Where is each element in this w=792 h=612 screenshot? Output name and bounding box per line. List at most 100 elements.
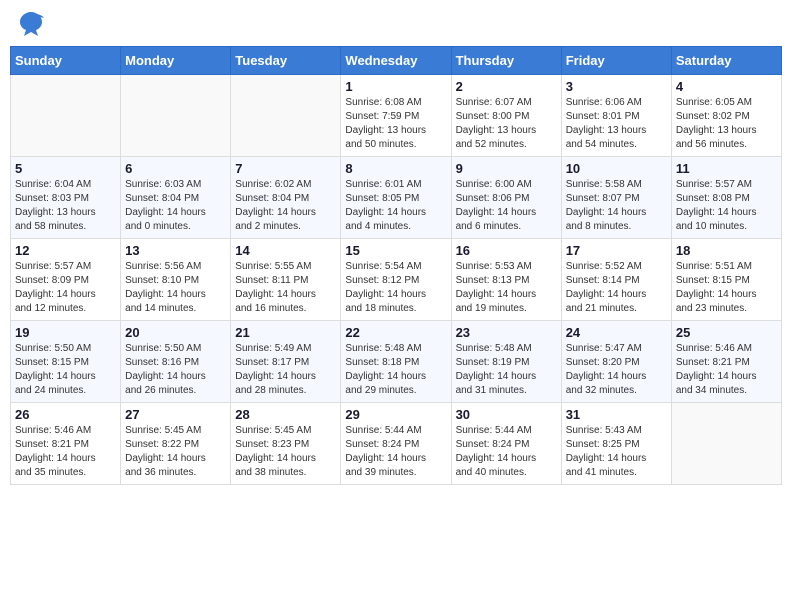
- calendar-cell: 18Sunrise: 5:51 AM Sunset: 8:15 PM Dayli…: [671, 239, 781, 321]
- day-info: Sunrise: 6:02 AM Sunset: 8:04 PM Dayligh…: [235, 178, 336, 234]
- calendar-week-5: 26 Sunrise: 5:46 AM Sunset: 8:21 PM Dayli…: [11, 403, 782, 485]
- calendar-cell: 21Sunrise: 5:49 AM Sunset: 8:17 PM Dayli…: [231, 321, 341, 403]
- calendar-cell: 14 Sunrise: 5:55 AM Sunset: 8:11 PM Dayli…: [231, 239, 341, 321]
- calendar-cell: 23 Sunrise: 5:48 AM Sunset: 8:19 PM Dayli…: [451, 321, 561, 403]
- day-info: Sunrise: 5:44 AM Sunset: 8:24 PM Dayligh…: [456, 424, 557, 480]
- col-header-friday: Friday: [561, 47, 671, 75]
- calendar-cell: 4 Sunrise: 6:05 AM Sunset: 8:02 PM Daylig…: [671, 75, 781, 157]
- col-header-monday: Monday: [121, 47, 231, 75]
- day-info: Sunrise: 6:07 AM Sunset: 8:00 PM Dayligh…: [456, 96, 557, 152]
- calendar-header: SundayMondayTuesdayWednesdayThursdayFrid…: [11, 47, 782, 75]
- day-info: Sunrise: 5:55 AM Sunset: 8:11 PM Dayligh…: [235, 260, 336, 316]
- calendar-cell: 12 Sunrise: 5:57 AM Sunset: 8:09 PM Dayli…: [11, 239, 121, 321]
- logo-bird-icon: [16, 10, 46, 38]
- day-info: Sunrise: 5:50 AM Sunset: 8:16 PM Dayligh…: [125, 342, 226, 398]
- calendar-cell: [231, 75, 341, 157]
- day-info: Sunrise: 5:46 AM Sunset: 8:21 PM Dayligh…: [676, 342, 777, 398]
- day-number: 4: [676, 79, 777, 94]
- calendar-cell: [11, 75, 121, 157]
- calendar-cell: [121, 75, 231, 157]
- day-number: 14: [235, 243, 336, 258]
- day-number: 13: [125, 243, 226, 258]
- day-info: Sunrise: 5:57 AM Sunset: 8:09 PM Dayligh…: [15, 260, 116, 316]
- calendar-cell: 24 Sunrise: 5:47 AM Sunset: 8:20 PM Dayli…: [561, 321, 671, 403]
- col-header-tuesday: Tuesday: [231, 47, 341, 75]
- day-number: 9: [456, 161, 557, 176]
- day-number: 25: [676, 325, 777, 340]
- day-info: Sunrise: 6:00 AM Sunset: 8:06 PM Dayligh…: [456, 178, 557, 234]
- calendar-cell: 25 Sunrise: 5:46 AM Sunset: 8:21 PM Dayli…: [671, 321, 781, 403]
- day-info: Sunrise: 5:43 AM Sunset: 8:25 PM Dayligh…: [566, 424, 667, 480]
- calendar-cell: 30 Sunrise: 5:44 AM Sunset: 8:24 PM Dayli…: [451, 403, 561, 485]
- day-number: 3: [566, 79, 667, 94]
- calendar-cell: 22Sunrise: 5:48 AM Sunset: 8:18 PM Dayli…: [341, 321, 451, 403]
- day-number: 5: [15, 161, 116, 176]
- calendar-cell: 27 Sunrise: 5:45 AM Sunset: 8:22 PM Dayli…: [121, 403, 231, 485]
- day-number: 31: [566, 407, 667, 422]
- calendar-cell: 10Sunrise: 5:58 AM Sunset: 8:07 PM Dayli…: [561, 157, 671, 239]
- day-number: 21: [235, 325, 336, 340]
- day-info: Sunrise: 5:47 AM Sunset: 8:20 PM Dayligh…: [566, 342, 667, 398]
- day-number: 15: [345, 243, 446, 258]
- day-number: 20: [125, 325, 226, 340]
- day-number: 2: [456, 79, 557, 94]
- page-header: [10, 10, 782, 38]
- day-info: Sunrise: 6:06 AM Sunset: 8:01 PM Dayligh…: [566, 96, 667, 152]
- calendar-week-3: 12 Sunrise: 5:57 AM Sunset: 8:09 PM Dayli…: [11, 239, 782, 321]
- day-info: Sunrise: 5:45 AM Sunset: 8:23 PM Dayligh…: [235, 424, 336, 480]
- day-info: Sunrise: 5:48 AM Sunset: 8:19 PM Dayligh…: [456, 342, 557, 398]
- day-number: 17: [566, 243, 667, 258]
- day-info: Sunrise: 6:05 AM Sunset: 8:02 PM Dayligh…: [676, 96, 777, 152]
- day-number: 26: [15, 407, 116, 422]
- day-number: 30: [456, 407, 557, 422]
- day-info: Sunrise: 6:01 AM Sunset: 8:05 PM Dayligh…: [345, 178, 446, 234]
- day-number: 23: [456, 325, 557, 340]
- day-number: 12: [15, 243, 116, 258]
- col-header-sunday: Sunday: [11, 47, 121, 75]
- calendar-cell: 15 Sunrise: 5:54 AM Sunset: 8:12 PM Dayli…: [341, 239, 451, 321]
- day-number: 24: [566, 325, 667, 340]
- day-info: Sunrise: 5:46 AM Sunset: 8:21 PM Dayligh…: [15, 424, 116, 480]
- day-info: Sunrise: 5:54 AM Sunset: 8:12 PM Dayligh…: [345, 260, 446, 316]
- day-number: 11: [676, 161, 777, 176]
- calendar-cell: 1 Sunrise: 6:08 AM Sunset: 7:59 PM Daylig…: [341, 75, 451, 157]
- calendar-cell: 31 Sunrise: 5:43 AM Sunset: 8:25 PM Dayli…: [561, 403, 671, 485]
- calendar-cell: 11 Sunrise: 5:57 AM Sunset: 8:08 PM Dayli…: [671, 157, 781, 239]
- calendar-cell: 26 Sunrise: 5:46 AM Sunset: 8:21 PM Dayli…: [11, 403, 121, 485]
- day-info: Sunrise: 6:03 AM Sunset: 8:04 PM Dayligh…: [125, 178, 226, 234]
- day-info: Sunrise: 5:45 AM Sunset: 8:22 PM Dayligh…: [125, 424, 226, 480]
- day-info: Sunrise: 6:04 AM Sunset: 8:03 PM Dayligh…: [15, 178, 116, 234]
- day-info: Sunrise: 5:50 AM Sunset: 8:15 PM Dayligh…: [15, 342, 116, 398]
- day-info: Sunrise: 5:51 AM Sunset: 8:15 PM Dayligh…: [676, 260, 777, 316]
- day-info: Sunrise: 5:53 AM Sunset: 8:13 PM Dayligh…: [456, 260, 557, 316]
- day-number: 6: [125, 161, 226, 176]
- day-info: Sunrise: 5:44 AM Sunset: 8:24 PM Dayligh…: [345, 424, 446, 480]
- day-number: 1: [345, 79, 446, 94]
- day-number: 16: [456, 243, 557, 258]
- calendar-cell: 8 Sunrise: 6:01 AM Sunset: 8:05 PM Daylig…: [341, 157, 451, 239]
- calendar-cell: 13 Sunrise: 5:56 AM Sunset: 8:10 PM Dayli…: [121, 239, 231, 321]
- day-info: Sunrise: 6:08 AM Sunset: 7:59 PM Dayligh…: [345, 96, 446, 152]
- calendar-cell: 28Sunrise: 5:45 AM Sunset: 8:23 PM Dayli…: [231, 403, 341, 485]
- day-info: Sunrise: 5:48 AM Sunset: 8:18 PM Dayligh…: [345, 342, 446, 398]
- calendar-cell: 5 Sunrise: 6:04 AM Sunset: 8:03 PM Daylig…: [11, 157, 121, 239]
- calendar-cell: 20 Sunrise: 5:50 AM Sunset: 8:16 PM Dayli…: [121, 321, 231, 403]
- day-number: 7: [235, 161, 336, 176]
- col-header-saturday: Saturday: [671, 47, 781, 75]
- calendar-cell: 9 Sunrise: 6:00 AM Sunset: 8:06 PM Daylig…: [451, 157, 561, 239]
- col-header-thursday: Thursday: [451, 47, 561, 75]
- day-number: 8: [345, 161, 446, 176]
- calendar-cell: 6 Sunrise: 6:03 AM Sunset: 8:04 PM Daylig…: [121, 157, 231, 239]
- day-info: Sunrise: 5:56 AM Sunset: 8:10 PM Dayligh…: [125, 260, 226, 316]
- calendar-cell: [671, 403, 781, 485]
- day-number: 27: [125, 407, 226, 422]
- calendar-week-1: 1 Sunrise: 6:08 AM Sunset: 7:59 PM Daylig…: [11, 75, 782, 157]
- calendar-cell: 3 Sunrise: 6:06 AM Sunset: 8:01 PM Daylig…: [561, 75, 671, 157]
- day-info: Sunrise: 5:57 AM Sunset: 8:08 PM Dayligh…: [676, 178, 777, 234]
- calendar-week-2: 5 Sunrise: 6:04 AM Sunset: 8:03 PM Daylig…: [11, 157, 782, 239]
- calendar-cell: 2 Sunrise: 6:07 AM Sunset: 8:00 PM Daylig…: [451, 75, 561, 157]
- day-info: Sunrise: 5:52 AM Sunset: 8:14 PM Dayligh…: [566, 260, 667, 316]
- calendar-cell: 29Sunrise: 5:44 AM Sunset: 8:24 PM Dayli…: [341, 403, 451, 485]
- col-header-wednesday: Wednesday: [341, 47, 451, 75]
- calendar-cell: 7 Sunrise: 6:02 AM Sunset: 8:04 PM Daylig…: [231, 157, 341, 239]
